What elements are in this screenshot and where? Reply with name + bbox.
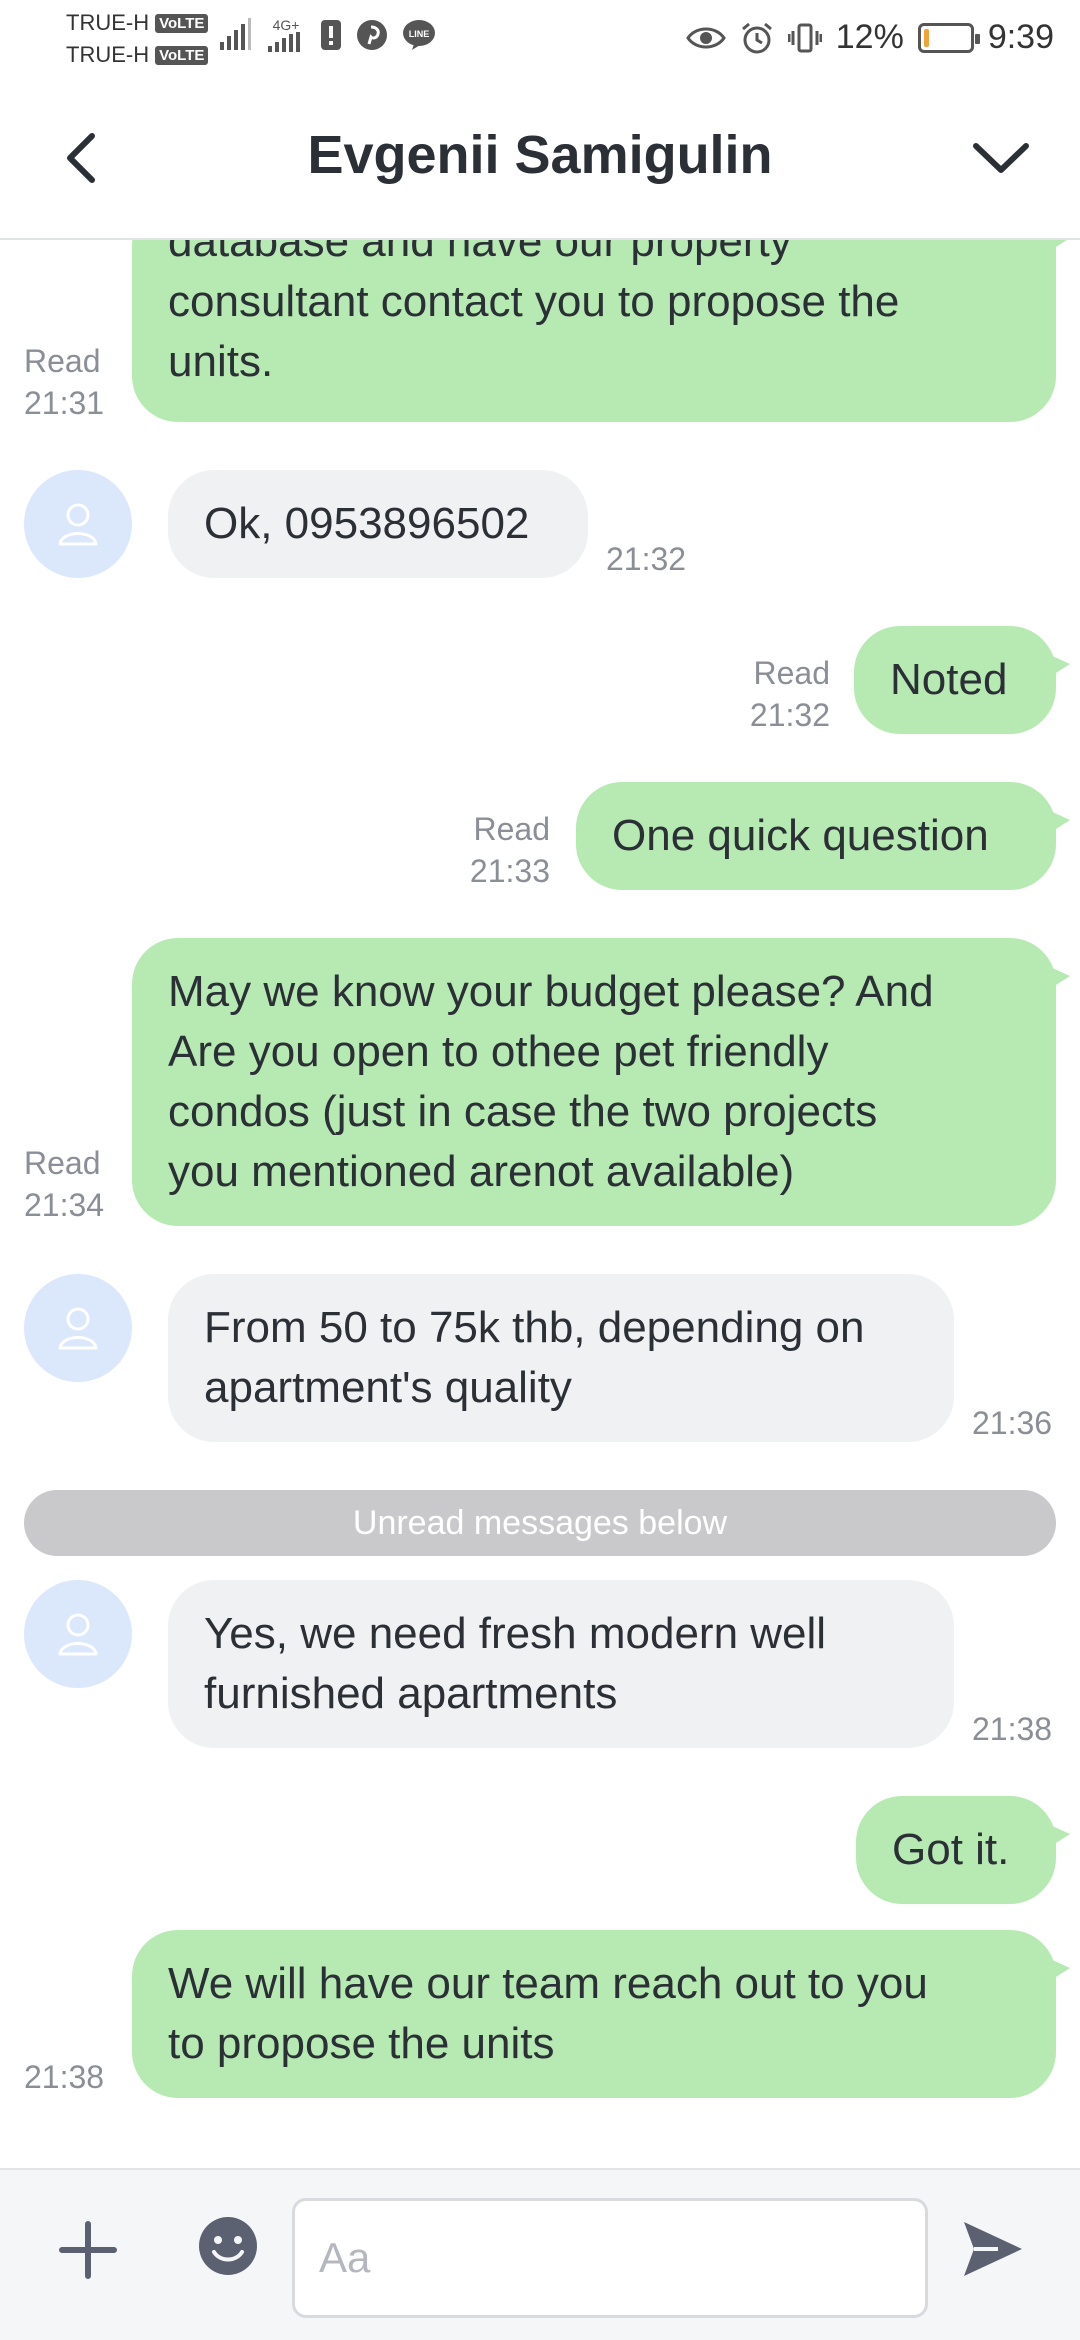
message-input-bar — [0, 2168, 1080, 2340]
message-meta: Read 21:33 — [460, 808, 550, 892]
network-type-label: 4G+ — [272, 17, 300, 33]
message-line: Are you open to othee pet friendly — [168, 1027, 829, 1076]
carrier-line-1: TRUE-H VoLTE — [66, 10, 209, 36]
contact-name: Evgenii Samigulin — [307, 125, 773, 185]
clock: 9:39 — [987, 18, 1054, 56]
message-line: From 50 to 75k thb, depending on — [204, 1303, 865, 1352]
battery-icon — [917, 22, 980, 53]
message-time: 21:31 — [24, 385, 105, 421]
message-line: We will have our team reach out to you — [168, 1959, 928, 2008]
message-time: 21:32 — [606, 541, 687, 577]
battery-percent: 12% — [835, 18, 904, 56]
message-line: Yes, we need fresh modern well — [204, 1609, 827, 1658]
message-text: Ok, 0953896502 — [204, 499, 530, 548]
status-right: 12% 9:39 — [685, 18, 1054, 57]
pinterest-icon — [357, 20, 387, 50]
battery-fill — [923, 28, 929, 47]
message-time: 21:36 — [972, 1405, 1053, 1441]
read-receipt: Read — [24, 343, 101, 379]
message-time: 21:38 — [24, 2059, 105, 2095]
chat-header: Evgenii Samigulin — [0, 78, 1080, 240]
plus-icon[interactable] — [56, 2218, 120, 2282]
outgoing-message-bubble[interactable]: Noted — [854, 626, 1070, 734]
emoji-icon[interactable] — [196, 2214, 260, 2278]
message-text: One quick question — [612, 811, 989, 860]
outgoing-message-bubble[interactable]: One quick question — [576, 782, 1070, 890]
read-receipt: Read — [473, 811, 551, 847]
message-time: 21:32 — [749, 697, 830, 733]
carrier-line-2: TRUE-H VoLTE — [66, 42, 209, 68]
line-app-icon: LINE — [403, 20, 435, 50]
read-receipt: Read — [753, 655, 831, 691]
message-time: 21:38 — [972, 1711, 1053, 1747]
chevron-down-icon[interactable] — [966, 130, 1036, 186]
send-icon[interactable] — [958, 2214, 1028, 2284]
network-4g-icon: 4G+ — [266, 18, 306, 52]
incoming-message-bubble[interactable]: Ok, 0953896502 — [168, 470, 588, 578]
message-line: condos (just in case the two projects — [168, 1087, 878, 1136]
alarm-icon — [741, 22, 772, 53]
signal-icons: 4G+ LINE — [218, 18, 436, 52]
message-line: consultant contact you to propose the — [168, 277, 900, 326]
vibrate-icon — [787, 23, 822, 52]
user-icon — [58, 1613, 98, 1656]
message-line: units. — [168, 337, 274, 386]
message-meta: Read 21:32 — [740, 652, 830, 736]
volte-badge-2: VoLTE — [155, 45, 209, 65]
user-icon — [58, 503, 98, 546]
message-line: to propose the units — [168, 2019, 555, 2068]
user-icon — [58, 1307, 98, 1350]
message-line: May we know your budget please? And — [168, 967, 934, 1016]
message-time: 21:34 — [24, 1187, 105, 1223]
outgoing-message-bubble[interactable]: We will have our team reach out to you t… — [132, 1930, 1070, 2098]
message-meta: Read 21:31 — [24, 340, 104, 424]
read-receipt: Read — [24, 1145, 101, 1181]
carrier-name-2: TRUE-H — [66, 42, 150, 67]
volte-badge-1: VoLTE — [155, 13, 209, 33]
message-line: apartment's quality — [204, 1363, 572, 1412]
message-time: 21:33 — [469, 853, 550, 889]
contact-avatar[interactable] — [24, 1274, 132, 1382]
status-bar: TRUE-H VoLTE TRUE-H VoLTE 4G+ LINE 12% 9… — [0, 0, 1080, 78]
message-text: Got it. — [892, 1825, 1010, 1874]
message-meta: Read 21:34 — [24, 1142, 104, 1226]
signal-strength-icon — [220, 18, 251, 50]
contact-avatar[interactable] — [24, 470, 132, 578]
message-text: Noted — [890, 655, 1008, 704]
contact-avatar[interactable] — [24, 1580, 132, 1688]
chat-screen: TRUE-H VoLTE TRUE-H VoLTE 4G+ LINE 12% 9… — [0, 0, 1080, 2340]
outgoing-message-bubble[interactable]: database and have our property consultan… — [132, 240, 1070, 422]
message-line: you mentioned arenot available) — [168, 1147, 795, 1196]
message-input[interactable] — [292, 2198, 928, 2318]
svg-text:LINE: LINE — [409, 29, 430, 39]
message-line: furnished apartments — [204, 1669, 618, 1718]
outgoing-message-bubble[interactable]: Got it. — [856, 1796, 1070, 1904]
eye-icon — [685, 27, 726, 48]
signal-strength-2-icon — [268, 32, 300, 52]
carrier-name-1: TRUE-H — [66, 10, 150, 35]
message-list[interactable]: database and have our property consultan… — [0, 240, 1080, 2168]
alert-icon — [321, 20, 341, 50]
outgoing-message-bubble[interactable]: May we know your budget please? And Are … — [132, 938, 1070, 1226]
unread-divider: Unread messages below — [24, 1490, 1056, 1556]
message-line: database and have our property — [168, 240, 792, 266]
incoming-message-bubble[interactable]: Yes, we need fresh modern well furnished… — [168, 1580, 954, 1748]
incoming-message-bubble[interactable]: From 50 to 75k thb, depending on apartme… — [168, 1274, 954, 1442]
